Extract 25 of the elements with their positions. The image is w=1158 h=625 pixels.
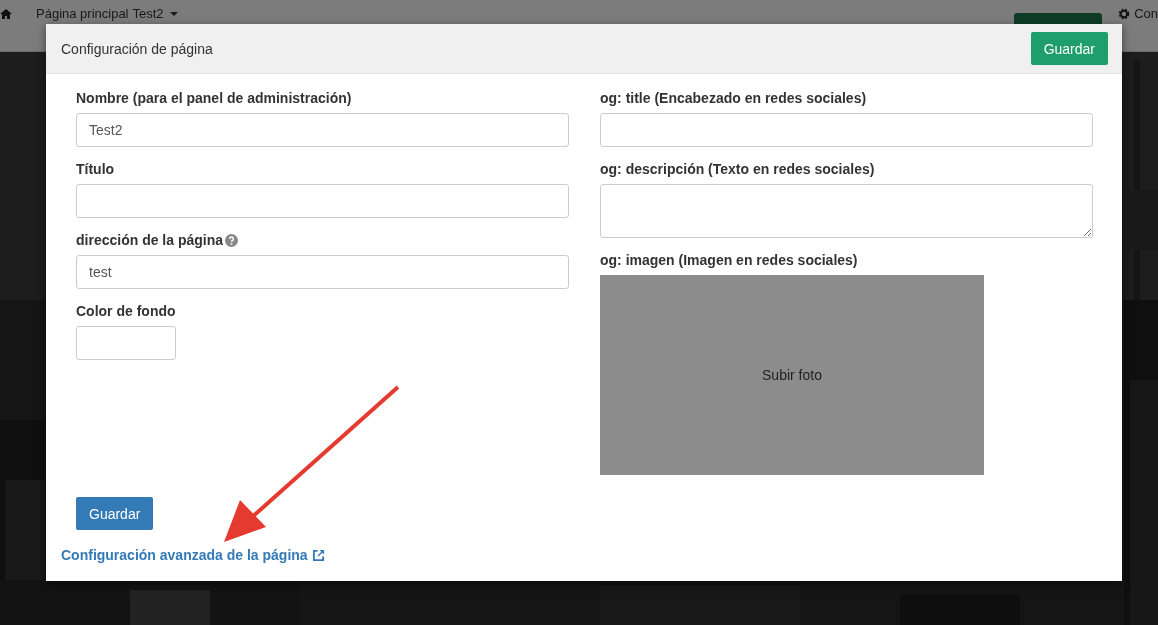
field-label: Nombre (para el panel de administración): [76, 90, 352, 106]
photo-upload-area[interactable]: Subir foto: [600, 275, 984, 475]
input-field[interactable]: Test2: [76, 113, 569, 147]
field-label: dirección de la página: [76, 232, 224, 248]
input-field[interactable]: test: [76, 255, 569, 289]
field-label: og: descripción (Texto en redes sociales): [600, 161, 875, 177]
field-label: og: title (Encabezado en redes sociales): [600, 90, 867, 106]
modal-title: Configuración de página: [61, 40, 213, 57]
input-field[interactable]: [600, 113, 1093, 147]
save-button[interactable]: Guardar: [76, 497, 154, 530]
field-label: Color de fondo: [76, 303, 176, 319]
field-label: Título: [76, 161, 115, 177]
field-label: og: imagen (Imagen en redes sociales): [600, 252, 858, 268]
text-area[interactable]: [600, 184, 1093, 238]
gear-icon: [1118, 8, 1131, 20]
caret-icon: [169, 11, 178, 16]
nav-link[interactable]: Test2: [132, 6, 164, 21]
color-field[interactable]: [76, 326, 176, 360]
input-field[interactable]: [76, 184, 569, 218]
external-link-icon: [311, 548, 325, 562]
settings-link[interactable]: Con: [1134, 6, 1158, 21]
home-icon: [0, 7, 12, 20]
advanced-settings-link[interactable]: Configuración avanzada de la página: [61, 547, 308, 563]
nav-link[interactable]: Página principal: [36, 6, 129, 21]
save-button[interactable]: Guardar: [1030, 32, 1108, 65]
